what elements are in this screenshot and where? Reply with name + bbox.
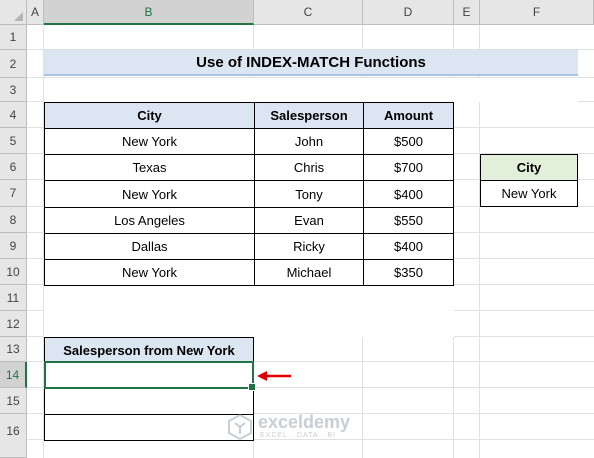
row-header-8[interactable]: 8 — [0, 207, 27, 233]
table-header-city[interactable]: City — [44, 102, 255, 129]
blank-area — [44, 285, 454, 337]
spreadsheet: A B C D E F 1 2 3 4 5 6 7 8 9 10 11 12 1… — [0, 0, 594, 458]
result-cell[interactable] — [44, 388, 254, 415]
exceldemy-logo-icon — [228, 413, 252, 441]
column-header-f[interactable]: F — [480, 0, 594, 25]
table-cell-amount[interactable]: $500 — [363, 128, 454, 155]
row-header-4[interactable]: 4 — [0, 102, 27, 128]
select-all-corner[interactable] — [0, 0, 27, 25]
row-header-9[interactable]: 9 — [0, 233, 27, 259]
watermark-logo: exceldemy EXCEL · DATA · BI — [226, 412, 376, 442]
result-header[interactable]: Salesperson from New York — [44, 337, 254, 363]
table-cell-salesperson[interactable]: Chris — [254, 154, 364, 181]
table-cell-salesperson[interactable]: Evan — [254, 207, 364, 234]
watermark-name: exceldemy — [258, 412, 351, 432]
table-cell-amount[interactable]: $400 — [363, 180, 454, 208]
criteria-header[interactable]: City — [480, 154, 578, 181]
table-cell-salesperson[interactable]: Ricky — [254, 233, 364, 260]
result-cell[interactable] — [44, 414, 254, 441]
column-header-e[interactable]: E — [454, 0, 480, 25]
row-header-6[interactable]: 6 — [0, 154, 27, 180]
column-header-a[interactable]: A — [27, 0, 44, 25]
row-header-16[interactable]: 16 — [0, 414, 27, 458]
row-header-1[interactable]: 1 — [0, 25, 27, 50]
row-header-5[interactable]: 5 — [0, 128, 27, 154]
criteria-value[interactable]: New York — [480, 180, 578, 207]
fill-handle[interactable] — [248, 383, 256, 391]
table-cell-salesperson[interactable]: John — [254, 128, 364, 155]
table-cell-city[interactable]: New York — [44, 128, 255, 155]
row-header-10[interactable]: 10 — [0, 259, 27, 285]
row-header-7[interactable]: 7 — [0, 180, 27, 207]
table-header-salesperson[interactable]: Salesperson — [254, 102, 364, 129]
table-cell-amount[interactable]: $700 — [363, 154, 454, 181]
row-header-2[interactable]: 2 — [0, 50, 27, 78]
column-header-c[interactable]: C — [254, 0, 363, 25]
row-header-14[interactable]: 14 — [0, 362, 27, 388]
table-cell-amount[interactable]: $550 — [363, 207, 454, 234]
page-title: Use of INDEX-MATCH Functions — [44, 50, 578, 76]
table-cell-salesperson[interactable]: Michael — [254, 259, 364, 286]
column-header-d[interactable]: D — [363, 0, 454, 25]
table-cell-amount[interactable]: $350 — [363, 259, 454, 286]
watermark-tagline: EXCEL · DATA · BI — [260, 432, 336, 439]
table-cell-city[interactable]: Dallas — [44, 233, 255, 260]
select-all-icon — [14, 12, 23, 21]
row-header-3[interactable]: 3 — [0, 78, 27, 102]
table-cell-city[interactable]: Los Angeles — [44, 207, 255, 234]
active-cell-b14[interactable] — [44, 361, 256, 391]
column-header-b[interactable]: B — [44, 0, 254, 25]
row-header-11[interactable]: 11 — [0, 285, 27, 311]
table-header-amount[interactable]: Amount — [363, 102, 454, 129]
table-cell-salesperson[interactable]: Tony — [254, 180, 364, 208]
table-cell-city[interactable]: Texas — [44, 154, 255, 181]
row-header-12[interactable]: 12 — [0, 311, 27, 337]
arrow-left-icon — [257, 371, 291, 381]
table-cell-amount[interactable]: $400 — [363, 233, 454, 260]
table-cell-city[interactable]: New York — [44, 259, 255, 286]
row-header-13[interactable]: 13 — [0, 337, 27, 362]
blank-area — [44, 78, 578, 102]
table-cell-city[interactable]: New York — [44, 180, 255, 208]
row-header-15[interactable]: 15 — [0, 388, 27, 414]
